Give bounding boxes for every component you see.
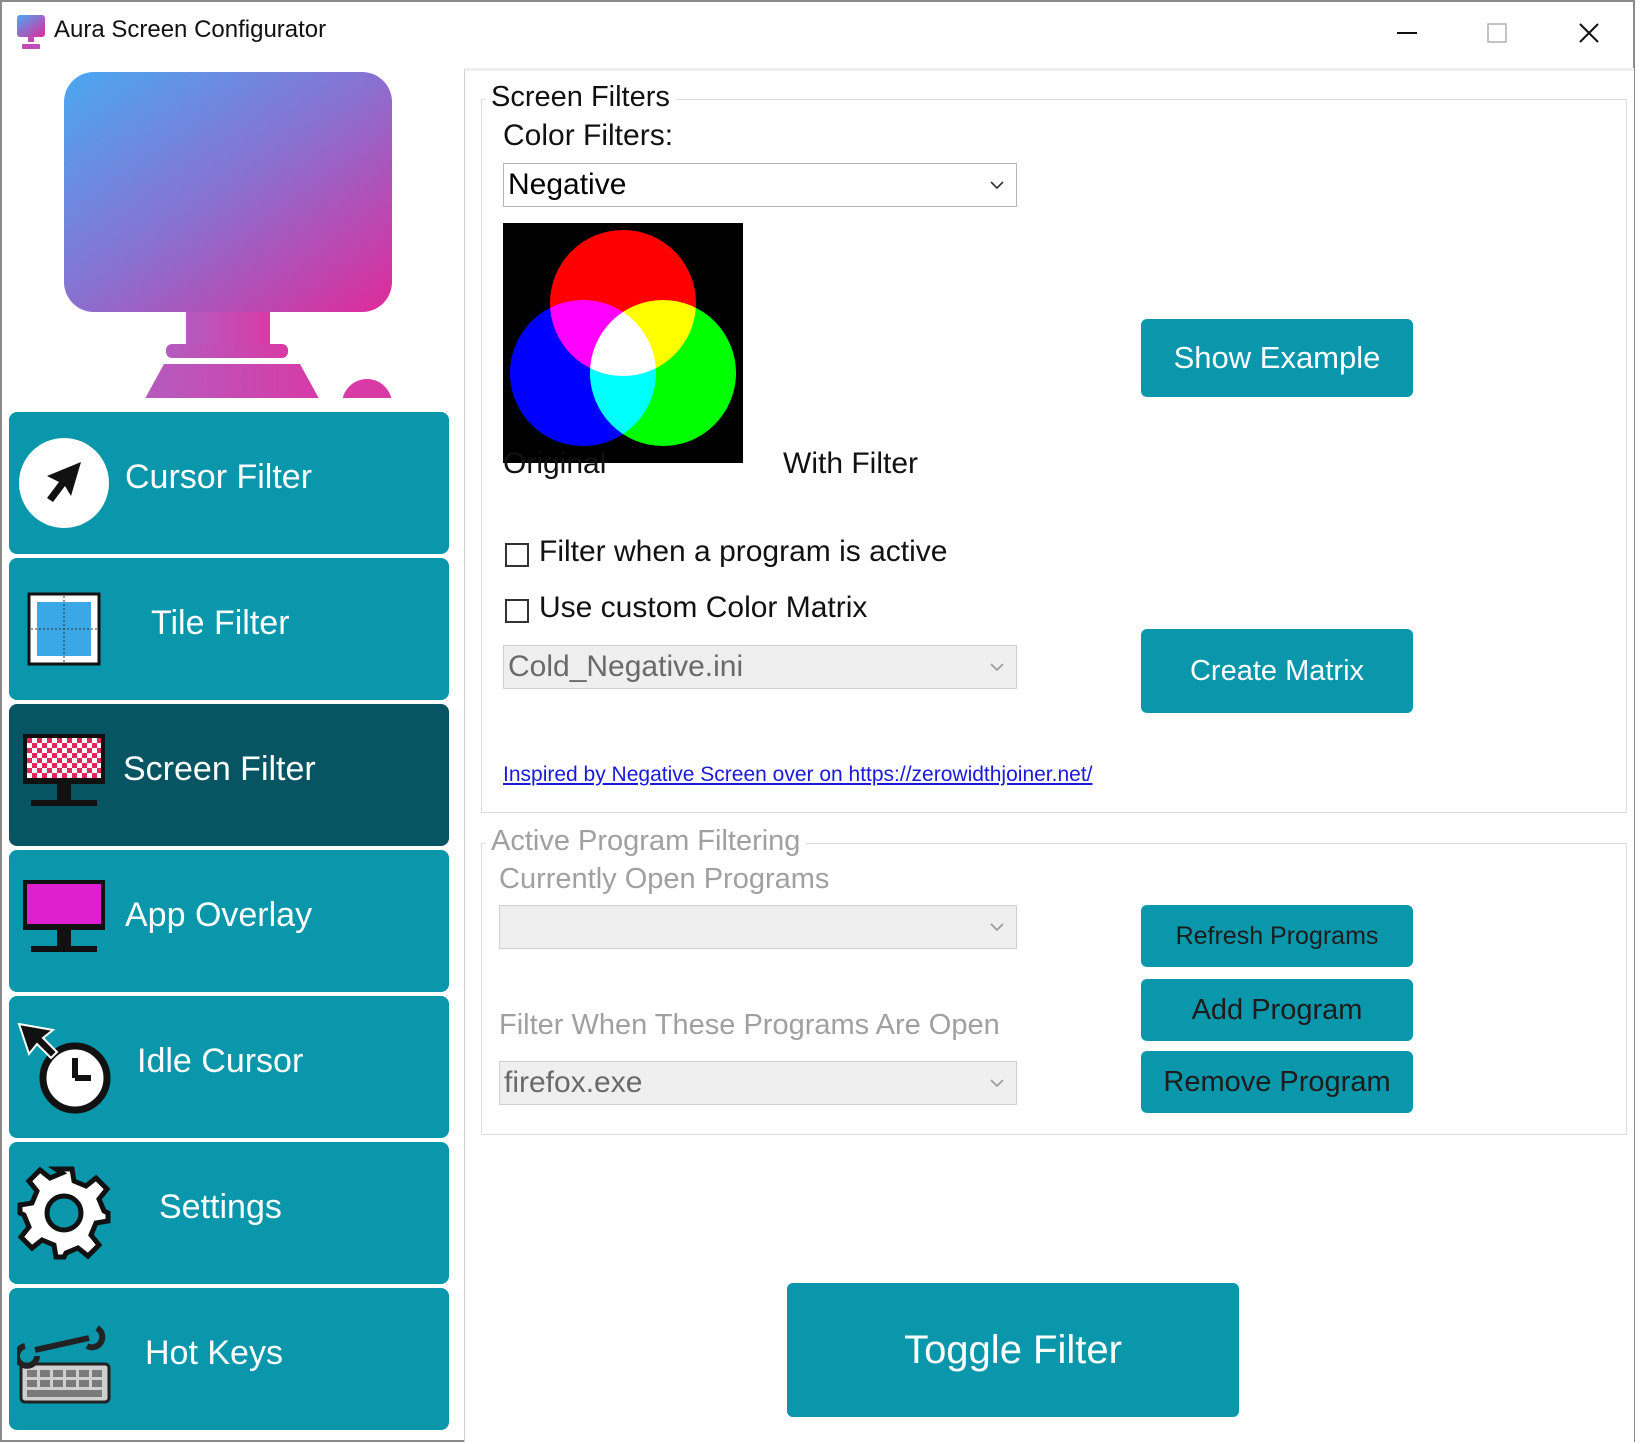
maximize-icon <box>1487 23 1507 43</box>
sidebar: Cursor Filter Tile Filter Screen Filter … <box>2 64 462 1444</box>
screen-filters-title: Screen Filters <box>485 81 676 114</box>
filter-when-active-checkbox[interactable] <box>505 543 529 567</box>
maximize-button[interactable] <box>1452 8 1542 58</box>
sidebar-item-screen-filter[interactable]: Screen Filter <box>9 704 449 846</box>
chevron-down-icon <box>990 663 1004 672</box>
sidebar-item-app-overlay[interactable]: App Overlay <box>9 850 449 992</box>
sidebar-item-hot-keys[interactable]: Hot Keys <box>9 1288 449 1430</box>
tile-icon <box>27 592 101 666</box>
chevron-down-icon <box>990 181 1004 190</box>
refresh-programs-button[interactable]: Refresh Programs <box>1141 905 1413 967</box>
sidebar-item-label: App Overlay <box>125 896 313 934</box>
filter-programs-value: firefox.exe <box>504 1066 643 1099</box>
color-filter-dropdown[interactable]: Negative <box>503 163 1017 207</box>
sidebar-item-settings[interactable]: Settings <box>9 1142 449 1284</box>
inspired-by-link[interactable]: Inspired by Negative Screen over on http… <box>503 763 1093 787</box>
remove-program-button[interactable]: Remove Program <box>1141 1051 1413 1113</box>
sidebar-item-label: Cursor Filter <box>125 458 313 496</box>
sidebar-item-label: Idle Cursor <box>137 1042 304 1080</box>
gear-icon <box>17 1166 111 1260</box>
filter-when-active-label: Filter when a program is active <box>539 535 948 568</box>
toggle-filter-button[interactable]: Toggle Filter <box>787 1283 1239 1417</box>
app-logo-icon <box>17 15 45 49</box>
color-filters-label: Color Filters: <box>503 119 674 152</box>
rgb-preview-image <box>503 223 743 463</box>
add-program-button[interactable]: Add Program <box>1141 979 1413 1041</box>
matrix-file-value: Cold_Negative.ini <box>508 650 744 683</box>
cursor-arrow-icon <box>19 438 109 528</box>
create-matrix-button[interactable]: Create Matrix <box>1141 629 1413 713</box>
show-example-button[interactable]: Show Example <box>1141 319 1413 397</box>
title-bar: Aura Screen Configurator <box>2 2 1633 64</box>
minimize-button[interactable] <box>1362 8 1452 58</box>
sidebar-item-label: Screen Filter <box>123 750 316 788</box>
checkered-monitor-icon <box>23 734 105 806</box>
color-filter-value: Negative <box>508 168 627 201</box>
open-programs-dropdown[interactable] <box>499 905 1017 949</box>
sidebar-item-label: Tile Filter <box>151 604 290 642</box>
magenta-monitor-icon <box>23 880 105 952</box>
window-title: Aura Screen Configurator <box>54 16 327 43</box>
custom-matrix-label: Use custom Color Matrix <box>539 591 868 624</box>
custom-matrix-checkbox[interactable] <box>505 599 529 623</box>
app-window: Aura Screen Configurator Cursor Filter T… <box>0 0 1635 1442</box>
close-icon <box>1579 23 1599 43</box>
sidebar-item-label: Hot Keys <box>145 1334 283 1372</box>
filter-programs-label: Filter When These Programs Are Open <box>499 1009 1000 1041</box>
with-filter-label: With Filter <box>783 447 918 480</box>
chevron-down-icon <box>990 923 1004 932</box>
minimize-icon <box>1397 32 1417 34</box>
monitor-logo-icon <box>64 72 392 398</box>
sidebar-item-label: Settings <box>159 1188 282 1226</box>
filter-programs-dropdown[interactable]: firefox.exe <box>499 1061 1017 1105</box>
open-programs-label: Currently Open Programs <box>499 863 830 895</box>
screen-filter-panel: Screen Filters Color Filters: Negative O… <box>464 68 1634 1442</box>
close-button[interactable] <box>1544 8 1634 58</box>
sidebar-item-idle-cursor[interactable]: Idle Cursor <box>9 996 449 1138</box>
wrench-keyboard-icon <box>17 1325 111 1404</box>
chevron-down-icon <box>990 1079 1004 1088</box>
original-label: Original <box>503 447 607 480</box>
active-program-filtering-title: Active Program Filtering <box>485 825 807 858</box>
cursor-clock-icon <box>17 1022 111 1114</box>
matrix-file-dropdown[interactable]: Cold_Negative.ini <box>503 645 1017 689</box>
sidebar-item-tile-filter[interactable]: Tile Filter <box>9 558 449 700</box>
sidebar-item-cursor-filter[interactable]: Cursor Filter <box>9 412 449 554</box>
